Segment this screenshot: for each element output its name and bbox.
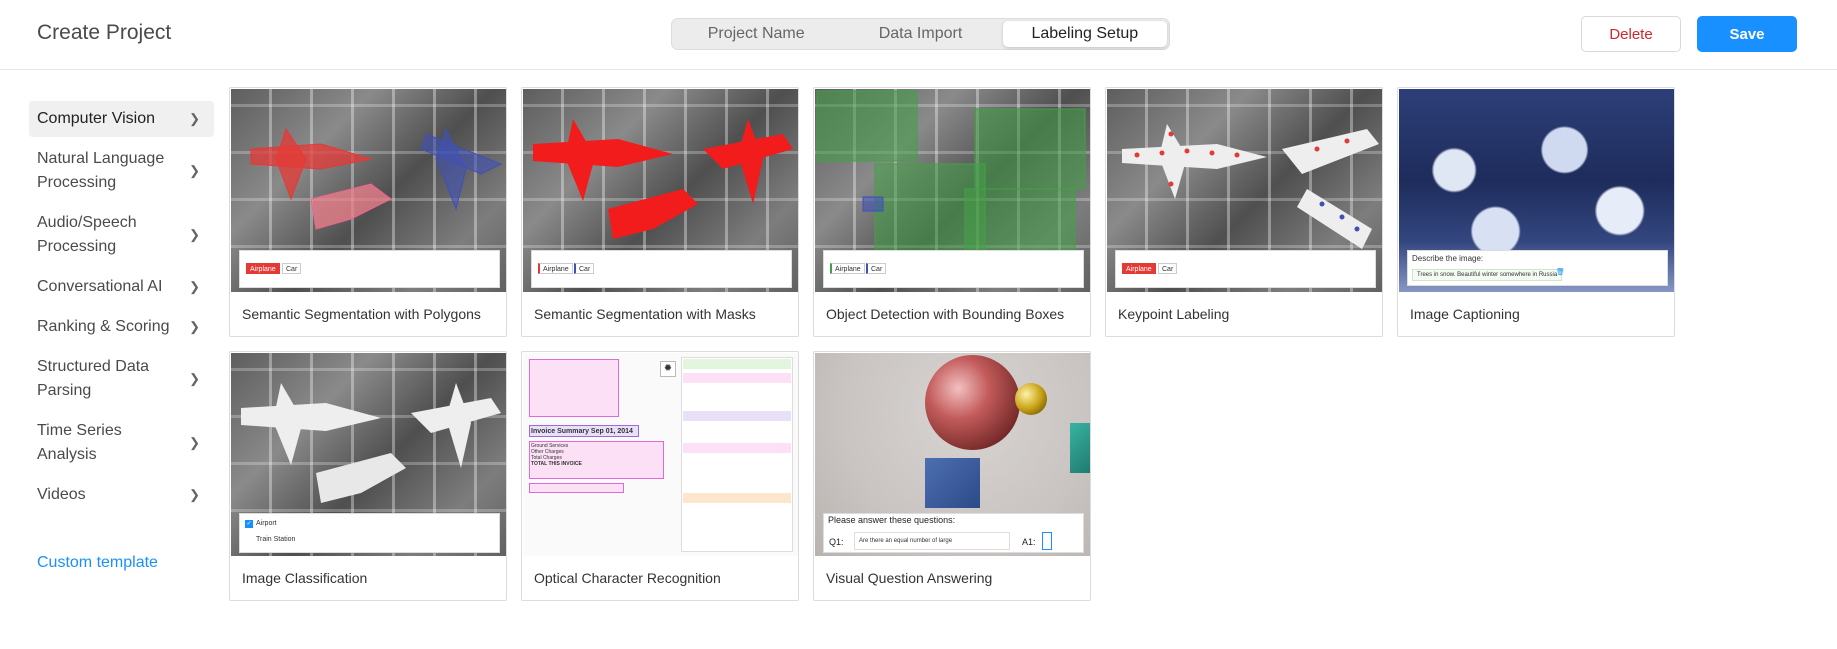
sidebar-item-label: Structured Data Parsing	[37, 358, 150, 399]
sidebar-item-label: Audio/Speech Processing	[37, 214, 137, 255]
chevron-right-icon: ❯	[189, 319, 200, 334]
choice-label: Airport	[256, 520, 277, 527]
sidebar-item-conversational-ai[interactable]: Conversational AI ❯	[29, 269, 214, 305]
tab-project-name[interactable]: Project Name	[674, 21, 838, 47]
template-thumbnail: Airplane Car	[1107, 89, 1382, 292]
template-card-image-captioning[interactable]: Describe the image: Trees in snow. Beaut…	[1397, 87, 1675, 337]
choice-label: Train Station	[256, 536, 296, 543]
sidebar-item-structured-data[interactable]: Structured Data Parsing ❯	[29, 349, 214, 409]
template-thumbnail: Invoice Summary Sep 01, 2014 Ground Serv…	[523, 353, 798, 556]
answer-input[interactable]	[1042, 532, 1052, 550]
template-title: Semantic Segmentation with Polygons	[242, 306, 481, 322]
custom-template-link[interactable]: Custom template	[37, 554, 158, 572]
cube-shape	[1070, 423, 1090, 473]
template-title: Visual Question Answering	[826, 570, 993, 586]
choices-panel: ✓ Airport Train Station	[239, 513, 500, 553]
checkbox-checked-icon: ✓	[245, 520, 253, 528]
template-thumbnail: Airplane Car	[815, 89, 1090, 292]
delete-button[interactable]: Delete	[1581, 16, 1681, 52]
ocr-results-panel	[681, 357, 793, 552]
template-thumbnail: Describe the image: Trees in snow. Beaut…	[1399, 89, 1674, 292]
chevron-right-icon: ❯	[189, 435, 200, 450]
label-tag: Car	[282, 263, 302, 274]
sidebar-item-nlp[interactable]: Natural Language Processing ❯	[29, 141, 214, 201]
chevron-right-icon: ❯	[189, 371, 200, 386]
cube-shape	[925, 458, 980, 508]
sidebar-item-videos[interactable]: Videos ❯	[29, 477, 214, 513]
vqa-prompt: Please answer these questions:	[828, 515, 956, 525]
template-title: Object Detection with Bounding Boxes	[826, 306, 1065, 322]
sidebar-item-label: Natural Language Processing	[37, 150, 165, 191]
template-title: Semantic Segmentation with Masks	[534, 306, 756, 322]
label-panel: Airplane Car	[239, 250, 500, 288]
tab-labeling-setup[interactable]: Labeling Setup	[1002, 21, 1167, 47]
caption-text: Trees in snow. Beautiful winter somewher…	[1412, 269, 1563, 281]
caption-panel: Describe the image: Trees in snow. Beaut…	[1407, 250, 1668, 286]
top-bar: Create Project Project Name Data Import …	[0, 0, 1837, 70]
sidebar-item-label: Time Series Analysis	[37, 422, 122, 463]
sidebar-item-label: Ranking & Scoring	[37, 318, 170, 335]
sphere-shape	[925, 355, 1020, 450]
sidebar-item-label: Computer Vision	[37, 110, 155, 127]
caption-prompt: Describe the image:	[1412, 254, 1484, 263]
tab-data-import[interactable]: Data Import	[838, 21, 1002, 47]
ocr-line: TOTAL THIS INVOICE	[531, 461, 582, 467]
step-tabs: Project Name Data Import Labeling Setup	[671, 18, 1170, 50]
sidebar-item-computer-vision[interactable]: Computer Vision ❯	[29, 101, 214, 137]
question-text: Are there an equal number of large	[854, 532, 1010, 550]
chevron-right-icon: ❯	[189, 279, 200, 294]
ocr-region	[529, 359, 619, 417]
answer-label: A1:	[1022, 537, 1036, 547]
chevron-right-icon: ❯	[189, 487, 200, 502]
label-tag: Car	[574, 263, 595, 274]
category-sidebar: Computer Vision ❯ Natural Language Proce…	[29, 101, 214, 517]
trash-icon: 🗑	[1556, 269, 1565, 276]
label-tag: Airplane	[538, 263, 573, 274]
template-thumbnail: Airplane Car	[523, 89, 798, 292]
template-title: Image Captioning	[1410, 306, 1520, 322]
ocr-region: Invoice Summary Sep 01, 2014	[529, 425, 639, 437]
ocr-region	[529, 483, 624, 493]
template-thumbnail: ✓ Airport Train Station	[231, 353, 506, 556]
save-button[interactable]: Save	[1697, 16, 1797, 52]
settings-icon: ✹	[660, 361, 676, 377]
page-title: Create Project	[37, 21, 172, 44]
template-card-vqa[interactable]: Please answer these questions: Q1: Are t…	[813, 351, 1091, 601]
template-card-bounding-boxes[interactable]: Airplane Car Object Detection with Bound…	[813, 87, 1091, 337]
template-card-masks[interactable]: Airplane Car Semantic Segmentation with …	[521, 87, 799, 337]
template-card-polygons[interactable]: Airplane Car Semantic Segmentation with …	[229, 87, 507, 337]
template-thumbnail: Airplane Car	[231, 89, 506, 292]
ocr-region: Ground Services Other Charges Total Char…	[529, 441, 664, 479]
label-panel: Airplane Car	[823, 250, 1084, 288]
label-tag: Car	[1158, 263, 1178, 274]
sidebar-item-label: Conversational AI	[37, 278, 163, 295]
template-card-ocr[interactable]: Invoice Summary Sep 01, 2014 Ground Serv…	[521, 351, 799, 601]
label-panel: Airplane Car	[531, 250, 792, 288]
chevron-right-icon: ❯	[189, 163, 200, 178]
sidebar-item-audio-speech[interactable]: Audio/Speech Processing ❯	[29, 205, 214, 265]
template-thumbnail: Please answer these questions: Q1: Are t…	[815, 353, 1090, 556]
sidebar-item-time-series[interactable]: Time Series Analysis ❯	[29, 413, 214, 473]
template-title: Optical Character Recognition	[534, 570, 721, 586]
question-label: Q1:	[829, 537, 844, 547]
label-tag: Airplane	[830, 263, 865, 274]
template-title: Image Classification	[242, 570, 368, 586]
label-tag: Airplane	[1122, 263, 1156, 274]
label-tag: Car	[866, 263, 887, 274]
sidebar-item-ranking-scoring[interactable]: Ranking & Scoring ❯	[29, 309, 214, 345]
sidebar-item-label: Videos	[37, 486, 86, 503]
template-card-keypoints[interactable]: Airplane Car Keypoint Labeling	[1105, 87, 1383, 337]
sphere-shape	[1015, 383, 1047, 415]
chevron-right-icon: ❯	[189, 111, 200, 126]
label-tag: Airplane	[246, 263, 280, 274]
chevron-right-icon: ❯	[189, 227, 200, 242]
template-title: Keypoint Labeling	[1118, 306, 1230, 322]
label-panel: Airplane Car	[1115, 250, 1376, 288]
template-card-image-classification[interactable]: ✓ Airport Train Station Image Classifica…	[229, 351, 507, 601]
question-panel: Please answer these questions: Q1: Are t…	[823, 513, 1084, 553]
